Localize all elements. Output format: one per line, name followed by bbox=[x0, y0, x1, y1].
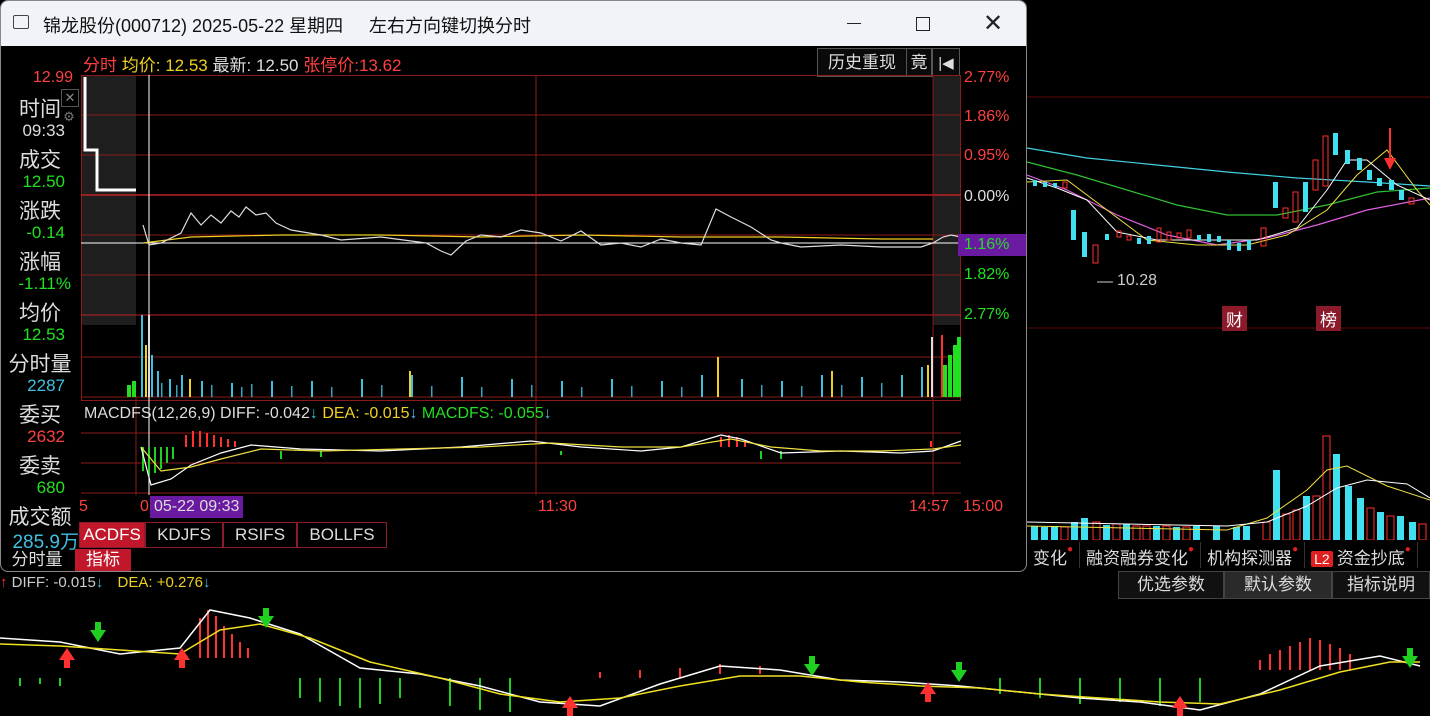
maximize-icon bbox=[916, 16, 930, 31]
time-axis-zero: 0 bbox=[140, 498, 149, 515]
l2-badge: L2 bbox=[1311, 551, 1333, 567]
tab-kdjfs[interactable]: KDJFS bbox=[145, 522, 223, 548]
close-button[interactable]: ✕ bbox=[958, 1, 1026, 46]
info-ask-label: 委卖 bbox=[19, 455, 61, 478]
info-time-label: 时间 bbox=[19, 98, 61, 121]
dialog-title: 锦龙股份(000712) 2025-05-22 星期四 bbox=[43, 16, 344, 36]
tab-margin-change[interactable]: 融资融券变化● bbox=[1080, 542, 1202, 568]
pct-label-low-1: 1.82% bbox=[964, 266, 1010, 283]
pct-label-1: 2.77% bbox=[964, 69, 1010, 86]
auction-button[interactable]: 竟 bbox=[906, 48, 932, 77]
info-change-label: 涨跌 bbox=[19, 200, 61, 223]
default-params-button[interactable]: 默认参数 bbox=[1224, 571, 1332, 599]
info-change-value: -0.14 bbox=[26, 223, 65, 242]
minimize-button[interactable] bbox=[819, 1, 889, 46]
pct-label-zero: 0.00% bbox=[964, 188, 1010, 205]
ranking-badge[interactable]: 榜 bbox=[1316, 306, 1341, 331]
pct-label-low-2: 2.77% bbox=[964, 306, 1010, 323]
dialog-hint: 左右方向键切换分时 bbox=[369, 16, 531, 36]
background-macd-chart bbox=[0, 608, 1421, 716]
time-sharing-dialog: 锦龙股份(000712) 2025-05-22 星期四 左右方向键切换分时 ✕ … bbox=[0, 0, 1027, 572]
tab-bollfs[interactable]: BOLLFS bbox=[297, 522, 387, 548]
info-deal-label: 成交 bbox=[19, 149, 61, 172]
history-replay-button[interactable]: 历史重现 bbox=[817, 48, 907, 77]
dialog-titlebar[interactable]: 锦龙股份(000712) 2025-05-22 星期四 左右方向键切换分时 ✕ bbox=[1, 1, 1026, 46]
cursor-time-badge: 05-22 09:33 bbox=[150, 496, 244, 518]
info-deal-value: 12.50 bbox=[22, 172, 65, 191]
info-change-pct-label: 涨幅 bbox=[19, 251, 61, 274]
tab-indicator[interactable]: 指标 bbox=[75, 549, 131, 571]
indicator-help-button[interactable]: 指标说明 bbox=[1332, 571, 1430, 599]
info-avg-value: 12.53 bbox=[22, 325, 65, 344]
tab-macdfs[interactable]: ACDFS bbox=[79, 522, 145, 548]
info-avg-label: 均价 bbox=[19, 302, 61, 325]
finance-badge[interactable]: 财 bbox=[1222, 306, 1247, 331]
time-axis-last: 14:57 bbox=[909, 498, 950, 515]
info-bid-value: 2632 bbox=[27, 427, 65, 446]
background-tab-bar: 变化● 融资融券变化● 机构探测器● L2 资金抄底● bbox=[1027, 542, 1418, 568]
pct-label-2: 1.86% bbox=[964, 108, 1010, 125]
time-axis-close: 15:00 bbox=[963, 498, 1004, 515]
info-time-value: 09:33 bbox=[22, 121, 65, 140]
tab-fund-bottom[interactable]: L2 资金抄底● bbox=[1305, 542, 1418, 568]
info-change-pct-value: -1.11% bbox=[18, 274, 71, 293]
background-kline-chart bbox=[1027, 96, 1430, 540]
tab-rsifs[interactable]: RSIFS bbox=[223, 522, 297, 548]
optimize-params-button[interactable]: 优选参数 bbox=[1118, 571, 1224, 599]
time-axis-left: 5 bbox=[79, 498, 88, 515]
tab-institution-detector[interactable]: 机构探测器● bbox=[1201, 542, 1306, 568]
info-volume-label: 分时量 bbox=[8, 353, 72, 376]
pct-label-3: 0.95% bbox=[964, 147, 1010, 164]
tab-change[interactable]: 变化● bbox=[1027, 542, 1081, 568]
close-icon: ✕ bbox=[982, 10, 1004, 37]
current-pct-label: 1.16% bbox=[964, 236, 1010, 253]
chart-header: 分时 均价: 12.53 最新: 12.50 张停价:13.62 bbox=[83, 56, 402, 75]
info-volume-value: 2287 bbox=[27, 376, 65, 395]
window-app-icon bbox=[13, 15, 29, 29]
info-ask-value: 680 bbox=[36, 478, 65, 497]
low-price-label: 10.28 bbox=[1117, 272, 1158, 289]
info-panel: ✕ ⚙ 时间 09:33 成交 12.50 涨跌 -0.14 涨幅 -1.11%… bbox=[1, 89, 79, 529]
info-bid-label: 委买 bbox=[19, 404, 61, 427]
time-axis-mid: 11:30 bbox=[538, 498, 577, 515]
tab-volume[interactable]: 分时量 bbox=[1, 549, 73, 571]
background-diff-line: ↑ DIFF: -0.015↓ DEA: +0.276↓ bbox=[0, 574, 211, 591]
maximize-button[interactable] bbox=[888, 1, 958, 46]
macd-legend: MACDFS(12,26,9) DIFF: -0.042↓ DEA: -0.01… bbox=[84, 405, 552, 422]
collapse-left-icon: |◀ bbox=[938, 55, 954, 72]
time-sharing-chart bbox=[81, 75, 962, 495]
top-price-label: 12.99 bbox=[33, 69, 74, 86]
minimize-icon bbox=[847, 22, 861, 25]
collapse-button[interactable]: |◀ bbox=[932, 48, 960, 77]
